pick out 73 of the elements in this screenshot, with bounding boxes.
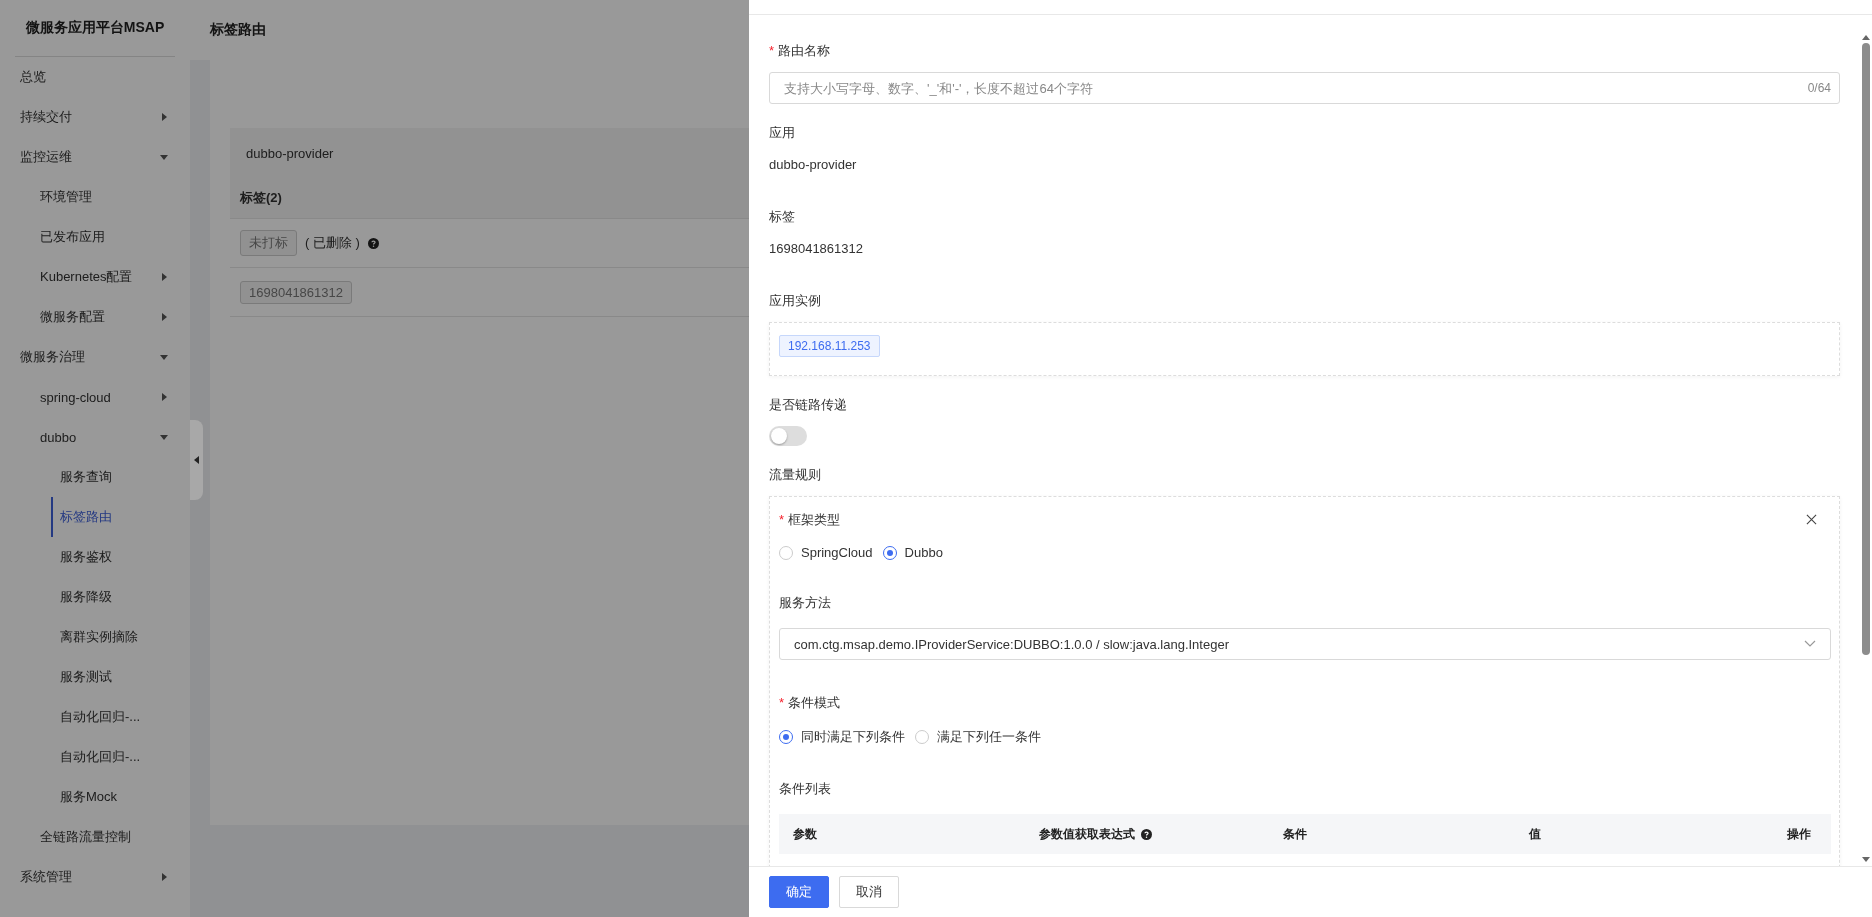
help-icon	[367, 237, 379, 249]
instance-tag: 192.168.11.253	[779, 335, 880, 357]
app-name: dubbo-provider	[246, 145, 334, 161]
required-mark: *	[779, 512, 785, 527]
field-label: 条件列表	[779, 780, 832, 798]
sidebar-item[interactable]: 服务降级	[51, 577, 190, 617]
caret-icon	[160, 313, 168, 321]
chevron-down-icon	[1804, 640, 1816, 648]
sidebar-item[interactable]: 环境管理	[0, 177, 190, 217]
field-label: 服务方法	[779, 594, 832, 612]
close-icon[interactable]	[1806, 514, 1817, 525]
field-label: 条件模式	[788, 695, 841, 710]
scrollbar-thumb[interactable]	[1862, 43, 1870, 655]
field-label: 路由名称	[778, 43, 831, 58]
radio-option[interactable]: 同时满足下列条件	[779, 728, 905, 746]
tag-note: ( 已删除 )	[305, 234, 360, 252]
caret-icon	[160, 873, 168, 881]
sidebar-item[interactable]: 微服务配置	[0, 297, 190, 337]
sidebar-item[interactable]: 系统管理	[0, 857, 190, 897]
field-value: dubbo-provider	[769, 156, 858, 174]
help-icon	[1141, 828, 1152, 840]
sidebar-item[interactable]: 自动化回归-...	[51, 697, 190, 737]
sidebar-item[interactable]: 微服务治理	[0, 337, 190, 377]
column-header: 值	[1529, 825, 1541, 843]
caret-icon	[160, 273, 168, 281]
column-header: 操作	[1787, 825, 1811, 843]
sidebar-item[interactable]: 服务查询	[51, 457, 190, 497]
radio-option[interactable]: SpringCloud	[779, 545, 873, 560]
sidebar-item[interactable]: dubbo	[0, 417, 190, 457]
radio-option[interactable]: Dubbo	[882, 545, 943, 560]
cancel-button[interactable]: 取消	[839, 876, 899, 908]
sidebar-item[interactable]: 服务鉴权	[51, 537, 190, 577]
sidebar-item[interactable]: 全链路流量控制	[0, 817, 190, 857]
field-label: 应用	[769, 124, 796, 142]
confirm-button[interactable]: 确定	[769, 876, 829, 908]
app-title: 微服务应用平台MSAP	[15, 0, 175, 57]
sidebar-item[interactable]: spring-cloud	[0, 377, 190, 417]
field-label: 流量规则	[769, 466, 822, 484]
tag-chip[interactable]: 1698041861312	[240, 280, 352, 304]
column-header: 条件	[1283, 825, 1307, 843]
field-label: 应用实例	[769, 292, 822, 310]
tag-chip[interactable]: 未打标	[240, 230, 297, 256]
caret-icon	[160, 113, 168, 121]
radio-option[interactable]: 满足下列任一条件	[915, 728, 1041, 746]
toggle-switch[interactable]	[769, 426, 807, 446]
char-counter: 0/64	[1807, 81, 1831, 95]
sidebar-item[interactable]: 自动化回归-...	[51, 737, 190, 777]
sidebar-item[interactable]: 总览	[0, 57, 190, 97]
collapse-handle[interactable]	[190, 420, 203, 500]
field-label: 标签	[769, 208, 796, 226]
scroll-down-icon[interactable]	[1862, 857, 1870, 862]
sidebar-item[interactable]: 持续交付	[0, 97, 190, 137]
required-mark: *	[779, 695, 785, 710]
field-label: 框架类型	[788, 512, 841, 527]
caret-icon	[160, 433, 168, 441]
column-header: 参数值获取表达式	[1039, 825, 1135, 843]
method-select[interactable]: com.ctg.msap.demo.IProviderService:DUBBO:1.0.0 / slow:java.lang.Integer	[779, 628, 1831, 660]
field-label: 是否链路传递	[769, 396, 848, 414]
caret-icon	[160, 153, 168, 161]
caret-icon	[160, 393, 168, 401]
tags-heading: 标签(2)	[240, 189, 282, 207]
sidebar-item[interactable]: 服务Mock	[51, 777, 190, 817]
required-mark: *	[769, 43, 775, 58]
sidebar-item[interactable]: Kubernetes配置	[0, 257, 190, 297]
page-title: 标签路由	[210, 21, 266, 39]
caret-icon	[160, 353, 168, 361]
sidebar-item[interactable]: 监控运维	[0, 137, 190, 177]
sidebar-item[interactable]: 服务测试	[51, 657, 190, 697]
sidebar-item[interactable]: 离群实例摘除	[51, 617, 190, 657]
sidebar-item[interactable]: 已发布应用	[0, 217, 190, 257]
column-header: 参数	[793, 825, 817, 843]
field-value: 1698041861312	[769, 240, 864, 258]
sidebar-item[interactable]: 标签路由	[51, 497, 190, 537]
